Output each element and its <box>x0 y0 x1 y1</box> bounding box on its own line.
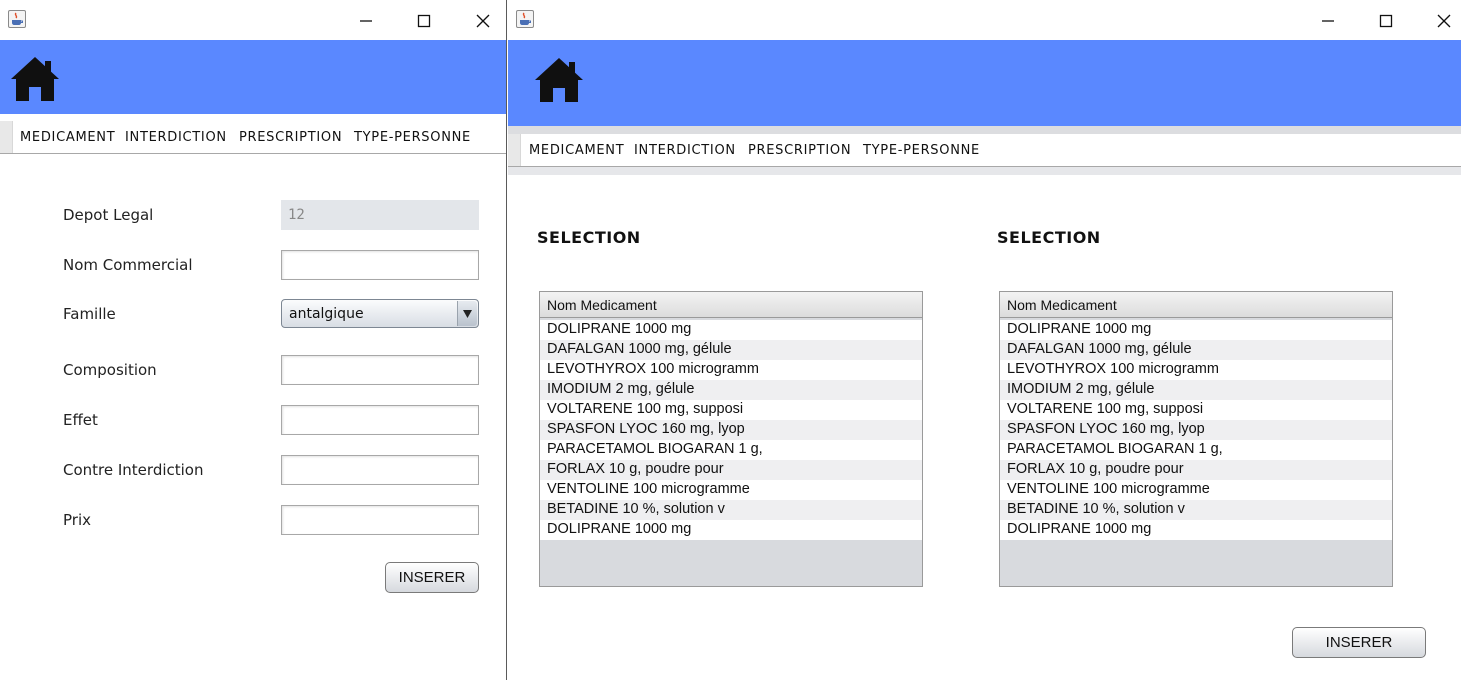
close-icon <box>476 14 490 28</box>
composition-field[interactable] <box>281 355 479 385</box>
list-item[interactable]: DOLIPRANE 1000 mg <box>540 520 922 540</box>
effet-label: Effet <box>63 411 98 429</box>
famille-label: Famille <box>63 305 116 323</box>
minimize-icon <box>1322 20 1334 22</box>
list-rows: DOLIPRANE 1000 mg DAFALGAN 1000 mg, gélu… <box>540 320 922 540</box>
composition-label: Composition <box>63 361 157 379</box>
menu-grip <box>0 121 13 153</box>
list-item[interactable]: PARACETAMOL BIOGARAN 1 g, <box>540 440 922 460</box>
medicament-form-window: MEDICAMENT INTERDICTION PRESCRIPTION TYP… <box>0 0 507 680</box>
list-column-header[interactable]: Nom Medicament <box>1000 292 1392 318</box>
list-item[interactable]: VENTOLINE 100 microgramme <box>540 480 922 500</box>
famille-selected-value: antalgique <box>289 306 364 322</box>
medicament-list-left[interactable]: Nom Medicament DOLIPRANE 1000 mg DAFALGA… <box>539 291 923 587</box>
menu-bar: MEDICAMENT INTERDICTION PRESCRIPTION TYP… <box>508 134 1461 167</box>
menu-interdiction[interactable]: INTERDICTION <box>125 130 227 145</box>
menu-shadow <box>508 167 1461 175</box>
menu-separator <box>508 126 1461 134</box>
header-banner <box>508 40 1461 126</box>
menu-prescription[interactable]: PRESCRIPTION <box>748 143 851 158</box>
title-bar[interactable] <box>508 0 1461 40</box>
menu-bar: MEDICAMENT INTERDICTION PRESCRIPTION TYP… <box>0 121 506 154</box>
list-item[interactable]: IMODIUM 2 mg, gélule <box>1000 380 1392 400</box>
list-item[interactable]: BETADINE 10 %, solution v <box>1000 500 1392 520</box>
list-item[interactable]: SPASFON LYOC 160 mg, lyop <box>540 420 922 440</box>
java-coffee-cup-icon <box>8 10 26 28</box>
list-item[interactable]: DOLIPRANE 1000 mg <box>1000 520 1392 540</box>
close-button[interactable] <box>469 8 497 32</box>
contre-interdiction-label: Contre Interdiction <box>63 461 204 479</box>
list-item[interactable]: DAFALGAN 1000 mg, gélule <box>540 340 922 360</box>
menu-type-personne[interactable]: TYPE-PERSONNE <box>354 130 471 145</box>
list-column-header[interactable]: Nom Medicament <box>540 292 922 318</box>
medicament-list-right[interactable]: Nom Medicament DOLIPRANE 1000 mg DAFALGA… <box>999 291 1393 587</box>
medicament-selection-window: MEDICAMENT INTERDICTION PRESCRIPTION TYP… <box>508 0 1461 680</box>
list-item[interactable]: FORLAX 10 g, poudre pour <box>1000 460 1392 480</box>
selection-title-left: SELECTION <box>537 228 641 247</box>
list-item[interactable]: PARACETAMOL BIOGARAN 1 g, <box>1000 440 1392 460</box>
maximize-icon <box>1379 14 1393 28</box>
home-icon[interactable] <box>533 55 585 109</box>
menu-medicament[interactable]: MEDICAMENT <box>529 143 624 158</box>
nom-commercial-label: Nom Commercial <box>63 256 193 274</box>
depot-legal-label: Depot Legal <box>63 206 154 224</box>
list-rows: DOLIPRANE 1000 mg DAFALGAN 1000 mg, gélu… <box>1000 320 1392 540</box>
list-item[interactable]: VOLTARENE 100 mg, supposi <box>1000 400 1392 420</box>
header-banner <box>0 40 506 114</box>
list-item[interactable]: FORLAX 10 g, poudre pour <box>540 460 922 480</box>
depot-legal-field[interactable]: 12 <box>281 200 479 230</box>
list-item[interactable]: VENTOLINE 100 microgramme <box>1000 480 1392 500</box>
famille-dropdown-button[interactable] <box>457 301 477 326</box>
minimize-button[interactable] <box>352 8 380 32</box>
list-item[interactable]: VOLTARENE 100 mg, supposi <box>540 400 922 420</box>
menu-prescription[interactable]: PRESCRIPTION <box>239 130 342 145</box>
close-icon <box>1437 14 1451 28</box>
nom-commercial-field[interactable] <box>281 250 479 280</box>
maximize-button[interactable] <box>1372 8 1400 32</box>
menu-grip <box>508 134 521 166</box>
title-bar[interactable] <box>0 0 506 40</box>
selection-title-right: SELECTION <box>997 228 1101 247</box>
maximize-icon <box>417 14 431 28</box>
famille-select[interactable]: antalgique <box>281 299 479 328</box>
java-coffee-cup-icon <box>516 10 534 28</box>
insert-button[interactable]: INSERER <box>1292 627 1426 658</box>
menu-interdiction[interactable]: INTERDICTION <box>634 143 736 158</box>
list-item[interactable]: LEVOTHYROX 100 microgramm <box>1000 360 1392 380</box>
contre-interdiction-field[interactable] <box>281 455 479 485</box>
list-item[interactable]: DOLIPRANE 1000 mg <box>540 320 922 340</box>
minimize-button[interactable] <box>1314 8 1342 32</box>
list-item[interactable]: BETADINE 10 %, solution v <box>540 500 922 520</box>
insert-button[interactable]: INSERER <box>385 562 479 593</box>
prix-field[interactable] <box>281 505 479 535</box>
list-item[interactable]: DOLIPRANE 1000 mg <box>1000 320 1392 340</box>
list-item[interactable]: IMODIUM 2 mg, gélule <box>540 380 922 400</box>
menu-type-personne[interactable]: TYPE-PERSONNE <box>863 143 980 158</box>
effet-field[interactable] <box>281 405 479 435</box>
menu-medicament[interactable]: MEDICAMENT <box>20 130 115 145</box>
minimize-icon <box>360 20 372 22</box>
prix-label: Prix <box>63 511 91 529</box>
list-item[interactable]: SPASFON LYOC 160 mg, lyop <box>1000 420 1392 440</box>
chevron-down-icon <box>463 310 472 318</box>
maximize-button[interactable] <box>410 8 438 32</box>
list-item[interactable]: DAFALGAN 1000 mg, gélule <box>1000 340 1392 360</box>
list-item[interactable]: LEVOTHYROX 100 microgramm <box>540 360 922 380</box>
close-button[interactable] <box>1430 8 1458 32</box>
home-icon[interactable] <box>9 54 61 108</box>
